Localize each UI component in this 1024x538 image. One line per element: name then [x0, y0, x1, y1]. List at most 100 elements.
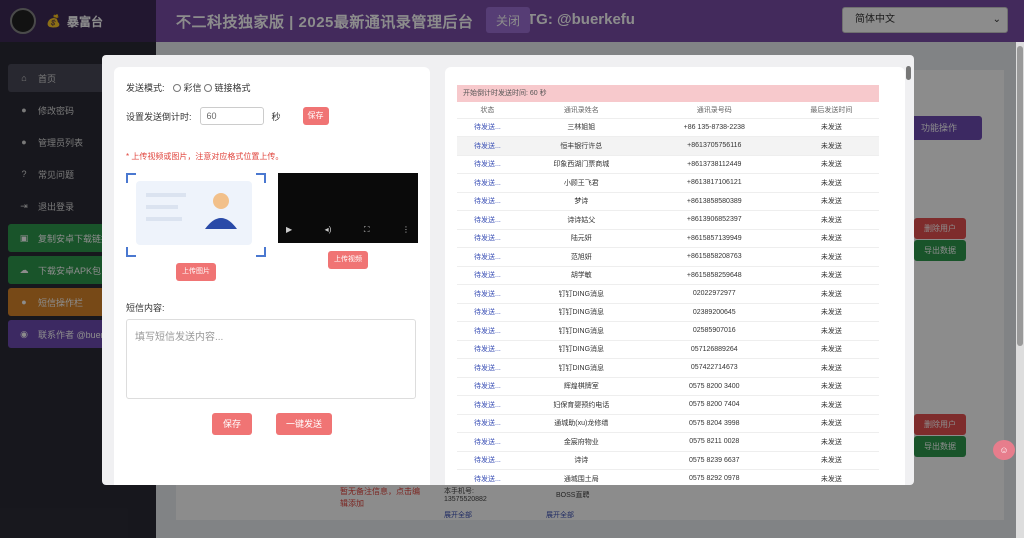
phone-cell: 02585907016 [644, 321, 784, 341]
table-row[interactable]: 待发送... 通城助(xu)龙修缮 0575 8204 3998 未发送 [457, 414, 879, 433]
status-cell: 待发送... [457, 284, 518, 304]
phone-cell: 0575 8292 0978 [644, 469, 784, 485]
sms-modal: 发送模式: 彩信 链接格式 设置发送倒计时: 60 秒 保存 * 上传视频或图片… [102, 55, 914, 485]
sms-settings-panel: 发送模式: 彩信 链接格式 设置发送倒计时: 60 秒 保存 * 上传视频或图片… [114, 67, 430, 485]
table-row[interactable]: 待发送... 钉钉DING消息 02389200645 未发送 [457, 303, 879, 322]
phone-cell: 0575 8200 3400 [644, 377, 784, 396]
last-sent-cell: 未发送 [783, 340, 879, 359]
table-row[interactable]: 待发送... 陆元妍 +8615857139949 未发送 [457, 229, 879, 248]
phone-cell: 0575 8211 0028 [644, 432, 784, 452]
status-cell: 待发送... [457, 340, 518, 359]
name-cell: 金宸府物业 [517, 432, 645, 452]
name-cell: 妇保育婴预约电话 [517, 395, 645, 415]
countdown-banner: 开始倒计时发送时间: 60 秒 [457, 85, 879, 102]
floating-chat-button[interactable]: ☺ [993, 440, 1015, 460]
name-cell: 钉钉DING消息 [517, 358, 645, 378]
name-cell: 通城围土局 [517, 469, 645, 485]
phone-cell: +8613738112449 [644, 155, 784, 174]
name-cell: 通城助(xu)龙修缮 [517, 414, 645, 433]
status-cell: 待发送... [457, 321, 518, 341]
table-row[interactable]: 待发送... 妇保育婴预约电话 0575 8200 7404 未发送 [457, 395, 879, 415]
save-button[interactable]: 保存 [212, 413, 252, 435]
table-row[interactable]: 待发送... 钉钉DING消息 057422714673 未发送 [457, 358, 879, 378]
last-sent-cell: 未发送 [783, 173, 879, 193]
table-row[interactable]: 待发送... 诗诗姑父 +8613906852397 未发送 [457, 210, 879, 230]
video-preview[interactable]: ▶ ◂) ⛶ ⋮ [278, 173, 418, 243]
name-cell: 诗诗 [517, 451, 645, 470]
column-header: 最后发送时间 [783, 102, 879, 119]
last-sent-cell: 未发送 [783, 377, 879, 396]
table-row[interactable]: 待发送... 金宸府物业 0575 8211 0028 未发送 [457, 432, 879, 452]
name-cell: 钉钉DING消息 [517, 303, 645, 322]
status-cell: 待发送... [457, 395, 518, 415]
name-cell: 三林姐姐 [517, 118, 645, 137]
table-row[interactable]: 待发送... 钉钉DING消息 02022972977 未发送 [457, 284, 879, 304]
table-row[interactable]: 待发送... 诗诗 0575 8239 6637 未发送 [457, 451, 879, 470]
table-row[interactable]: 待发送... 恒丰银行许总 +8613705756116 未发送 [457, 136, 879, 156]
table-row[interactable]: 待发送... 范旭妍 +8615858208763 未发送 [457, 247, 879, 267]
status-cell: 待发送... [457, 210, 518, 230]
status-cell: 待发送... [457, 229, 518, 248]
table-row[interactable]: 待发送... 钉钉DING消息 057126889264 未发送 [457, 340, 879, 359]
phone-cell: 02389200645 [644, 303, 784, 322]
status-cell: 待发送... [457, 136, 518, 156]
table-row[interactable]: 待发送... 印象西湖门票商城 +8613738112449 未发送 [457, 155, 879, 174]
table-row[interactable]: 待发送... 小顾王飞君 +8613817106121 未发送 [457, 173, 879, 193]
name-cell: 钉钉DING消息 [517, 340, 645, 359]
name-cell: 恒丰银行许总 [517, 136, 645, 156]
contacts-table: 状态 通讯录姓名 通讯录号码 最后发送时间 待发送... 三林姐姐 +86 135-873… [457, 102, 879, 485]
last-sent-cell: 未发送 [783, 395, 879, 415]
upload-image-button[interactable]: 上传图片 [176, 263, 216, 281]
last-sent-cell: 未发送 [783, 469, 879, 485]
status-cell: 待发送... [457, 247, 518, 267]
page-scrollbar[interactable] [1016, 42, 1024, 538]
radio-sms-label: 彩信 [183, 83, 202, 93]
name-cell: 小顾王飞君 [517, 173, 645, 193]
scrollbar-thumb[interactable] [1017, 46, 1023, 346]
last-sent-cell: 未发送 [783, 284, 879, 304]
upload-video-button[interactable]: 上传视频 [328, 251, 368, 269]
status-cell: 待发送... [457, 173, 518, 193]
radio-sms[interactable] [172, 83, 181, 92]
table-row[interactable]: 待发送... 胡学敏 +8615858259648 未发送 [457, 266, 879, 285]
table-row[interactable]: 待发送... 三林姐姐 +86 135-8738-2238 未发送 [457, 118, 879, 137]
phone-cell: +8613817106121 [644, 173, 784, 193]
last-sent-cell: 未发送 [783, 358, 879, 378]
status-cell: 待发送... [457, 432, 518, 452]
phone-cell: +8613858580389 [644, 192, 784, 211]
countdown-input[interactable]: 60 [199, 107, 264, 125]
radio-link[interactable] [203, 83, 212, 92]
last-sent-cell: 未发送 [783, 321, 879, 341]
name-cell: 钉钉DING消息 [517, 284, 645, 304]
corner-mark [126, 173, 136, 183]
status-cell: 待发送... [457, 118, 518, 137]
name-cell: 胡学敏 [517, 266, 645, 285]
countdown-label: 设置发送倒计时: [126, 111, 192, 122]
volume-icon[interactable]: ◂) [325, 225, 332, 235]
last-sent-cell: 未发送 [783, 136, 879, 156]
last-sent-cell: 未发送 [783, 247, 879, 267]
phone-cell: +8613906852397 [644, 210, 784, 230]
phone-cell: 0575 8200 7404 [644, 395, 784, 415]
play-icon[interactable]: ▶ [286, 225, 292, 235]
table-row[interactable]: 待发送... 梦诗 +8613858580389 未发送 [457, 192, 879, 211]
last-sent-cell: 未发送 [783, 303, 879, 322]
fullscreen-icon[interactable]: ⛶ [364, 225, 370, 235]
sms-content-input[interactable]: 填写短信发送内容... [126, 319, 416, 399]
table-row[interactable]: 待发送... 辉煌棋牌室 0575 8200 3400 未发送 [457, 377, 879, 396]
send-all-button[interactable]: 一键发送 [276, 413, 332, 435]
scrollbar-thumb[interactable] [906, 66, 911, 80]
image-upload-area[interactable] [126, 173, 266, 257]
content-label: 短信内容: [126, 303, 165, 313]
table-row[interactable]: 待发送... 钉钉DING消息 02585907016 未发送 [457, 321, 879, 341]
more-icon[interactable]: ⋮ [402, 225, 410, 235]
modal-scrollbar[interactable] [905, 63, 913, 483]
video-controls[interactable]: ▶ ◂) ⛶ ⋮ [286, 225, 410, 235]
status-cell: 待发送... [457, 377, 518, 396]
name-cell: 诗诗姑父 [517, 210, 645, 230]
save-countdown-button[interactable]: 保存 [302, 107, 329, 125]
table-row[interactable]: 待发送... 通城围土局 0575 8292 0978 未发送 [457, 469, 879, 485]
contacts-panel: 开始倒计时发送时间: 60 秒 状态 通讯录姓名 通讯录号码 最后发送时间 待发送..… [445, 67, 905, 485]
name-cell: 辉煌棋牌室 [517, 377, 645, 396]
send-mode-label: 发送模式: [126, 83, 165, 93]
